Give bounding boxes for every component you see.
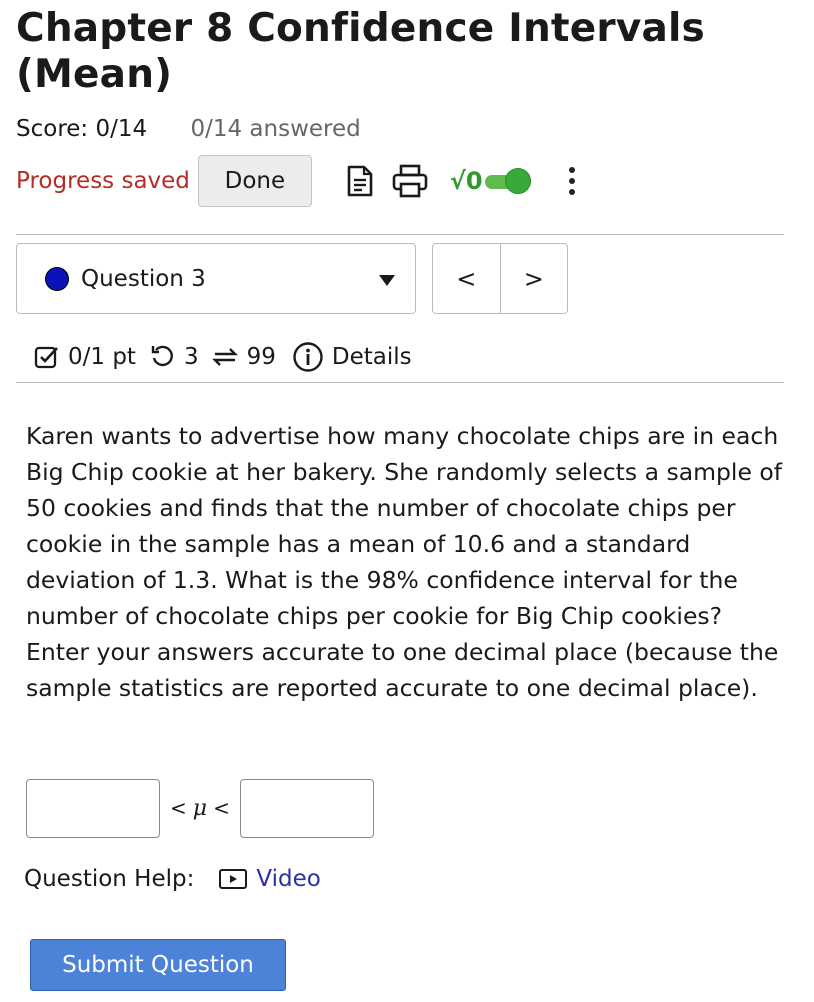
attempts-count: 3	[183, 344, 199, 370]
divider	[16, 234, 784, 235]
less-than-1: <	[170, 796, 187, 820]
score-text: Score: 0/14	[16, 116, 148, 142]
question-help: Question Help: Video	[24, 866, 321, 892]
toggle-knob	[504, 168, 531, 194]
video-link[interactable]: Video	[218, 866, 321, 892]
mu-symbol: μ	[192, 796, 208, 821]
points-text: 0/1 pt	[68, 344, 136, 370]
retry-icon	[211, 344, 239, 370]
score-row: Score: 0/14 0/14 answered	[16, 116, 361, 142]
less-than-2: <	[213, 796, 230, 820]
mu-inequality: < μ <	[170, 796, 230, 821]
question-select[interactable]: Question 3	[16, 243, 416, 314]
math-toggle[interactable]: √0	[450, 167, 531, 195]
submit-question-button[interactable]: Submit Question	[30, 939, 286, 991]
divider	[16, 382, 784, 383]
page: Chapter 8 Confidence Intervals (Mean) Sc…	[0, 0, 814, 1002]
upper-bound-input[interactable]	[239, 779, 374, 838]
caret-down-icon	[379, 275, 395, 286]
attempts-icon	[150, 344, 176, 370]
lower-bound-input[interactable]	[26, 779, 160, 838]
page-title: Chapter 8 Confidence Intervals (Mean)	[16, 6, 705, 97]
question-select-label: Question 3	[81, 265, 206, 292]
more-vertical-icon[interactable]	[568, 167, 575, 195]
print-icon[interactable]	[392, 161, 428, 201]
progress-status: Progress saved	[16, 168, 190, 194]
video-link-label: Video	[256, 866, 321, 892]
question-meta: 0/1 pt 3 99 Details	[34, 333, 412, 381]
answer-row: < μ <	[26, 779, 374, 838]
checkbox-icon	[34, 344, 60, 370]
question-nav: < >	[432, 243, 568, 314]
notes-icon[interactable]	[342, 161, 378, 201]
info-icon[interactable]	[292, 341, 324, 373]
question-help-label: Question Help:	[24, 866, 195, 892]
toolbar: Progress saved Done √0	[16, 155, 796, 207]
question-status-dot	[45, 266, 69, 291]
toggle-switch[interactable]	[484, 168, 531, 194]
video-icon	[219, 869, 248, 889]
sqrt-icon: √0	[449, 167, 483, 195]
prev-question-button[interactable]: <	[433, 244, 500, 313]
details-link[interactable]: Details	[332, 344, 412, 370]
done-button[interactable]: Done	[197, 155, 312, 207]
next-question-button[interactable]: >	[499, 244, 568, 313]
answered-count: 0/14 answered	[190, 116, 361, 142]
question-text: Karen wants to advertise how many chocol…	[26, 422, 783, 702]
retries-count: 99	[246, 344, 276, 370]
